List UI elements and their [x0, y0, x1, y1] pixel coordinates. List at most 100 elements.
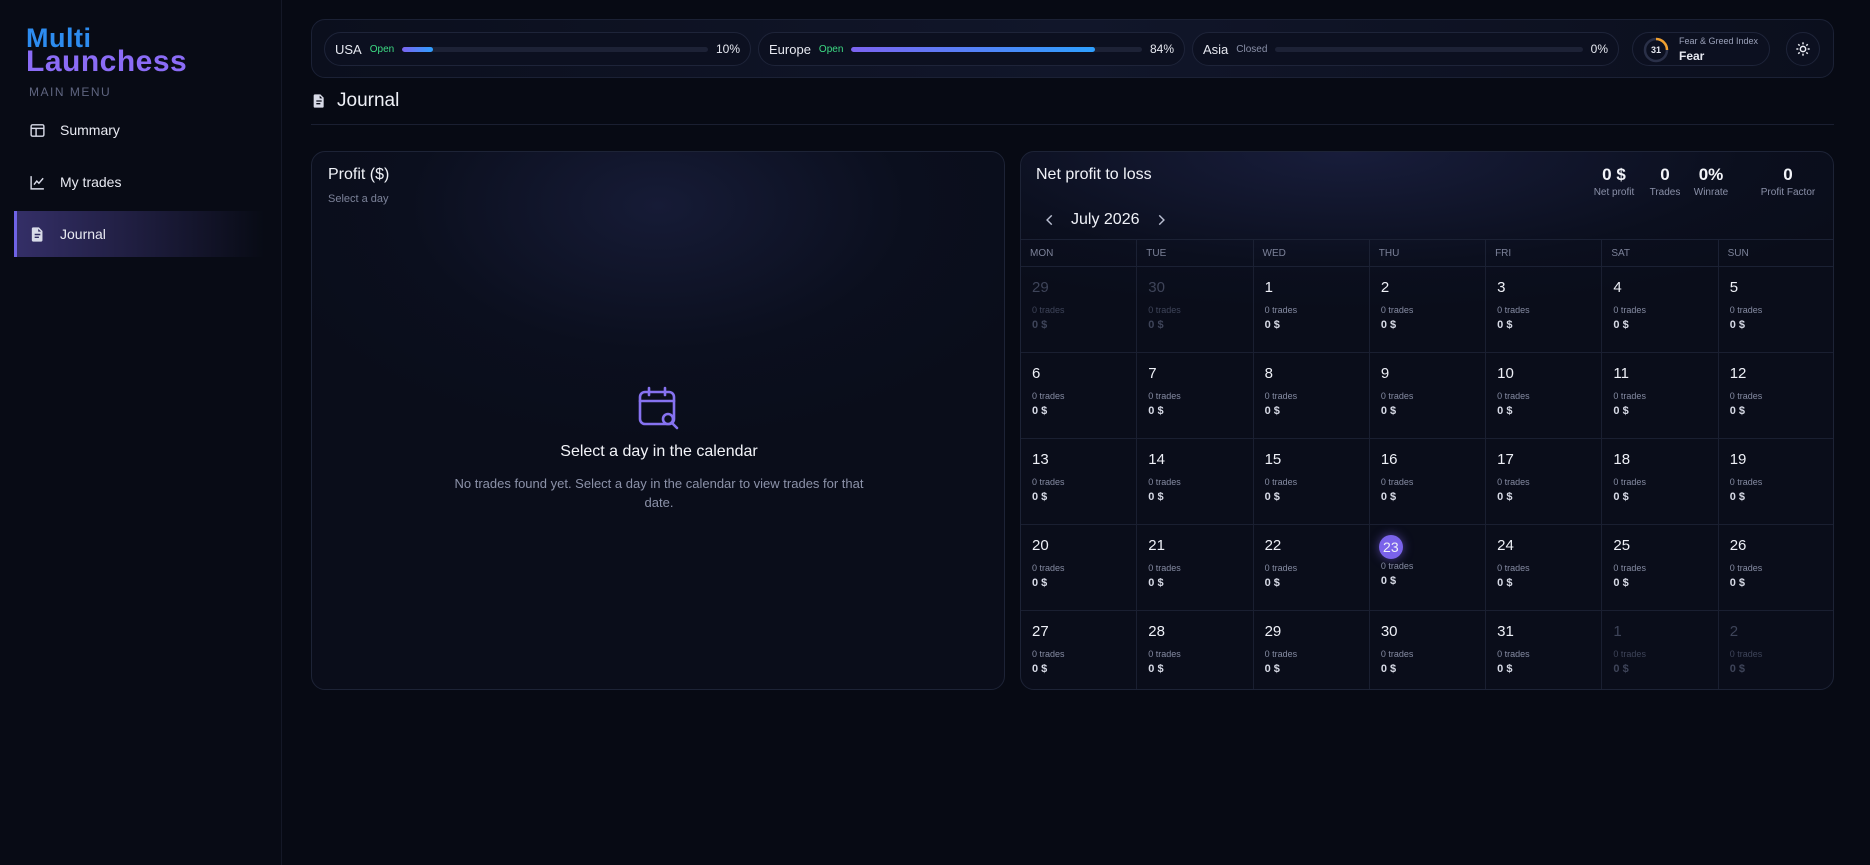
- market-name: USA: [335, 41, 362, 57]
- calendar-day-cell[interactable]: 29 0 trades 0 $: [1021, 267, 1138, 353]
- calendar-day-cell[interactable]: 4 0 trades 0 $: [1602, 267, 1719, 353]
- calendar-day-cell[interactable]: 8 0 trades 0 $: [1253, 353, 1370, 439]
- market-percent: 0%: [1590, 42, 1608, 56]
- empty-state-description: No trades found yet. Select a day in the…: [454, 476, 864, 510]
- sidebar-item-label: Summary: [60, 122, 120, 138]
- calendar-day-cell[interactable]: 23 0 trades 0 $: [1369, 525, 1487, 611]
- calendar-day-cell[interactable]: 14 0 trades 0 $: [1137, 439, 1254, 525]
- day-trade-count: 0 trades: [1264, 563, 1298, 573]
- day-profit: 0 $: [1264, 405, 1280, 417]
- calendar-day-cell[interactable]: 12 0 trades 0 $: [1718, 353, 1833, 439]
- day-profit: 0 $: [1729, 319, 1745, 331]
- day-number: 28: [1148, 623, 1165, 640]
- day-trade-count: 0 trades: [1613, 305, 1646, 315]
- day-trade-count: 0 trades: [1032, 649, 1065, 659]
- calendar-day-cell[interactable]: 6 0 trades 0 $: [1021, 353, 1138, 439]
- day-number: 18: [1613, 451, 1631, 468]
- calendar-day-cell[interactable]: 17 0 trades 0 $: [1486, 439, 1603, 525]
- stat-label: Winrate: [1693, 187, 1729, 198]
- day-trade-count: 0 trades: [1380, 477, 1414, 487]
- calendar-day-cell[interactable]: 25 0 trades 0 $: [1602, 525, 1719, 611]
- sidebar-item-summary[interactable]: Summary: [14, 107, 264, 153]
- calendar-day-cell[interactable]: 13 0 trades 0 $: [1021, 439, 1138, 525]
- day-trade-count: 0 trades: [1729, 305, 1763, 315]
- page-title-text: Journal: [337, 90, 400, 111]
- calendar-day-cell[interactable]: 5 0 trades 0 $: [1718, 267, 1833, 353]
- calendar-search-icon: [638, 386, 679, 430]
- day-profit: 0 $: [1148, 491, 1164, 503]
- weekday-header: MON TUE WED THU FRI SAT SUN: [1021, 239, 1833, 267]
- calendar-day-cell[interactable]: 15 0 trades 0 $: [1253, 439, 1370, 525]
- calendar-day-cell[interactable]: 2 0 trades 0 $: [1719, 611, 1833, 689]
- calendar-day-cell[interactable]: 16 0 trades 0 $: [1369, 439, 1487, 525]
- calendar-day-cell[interactable]: 31 0 trades 0 $: [1486, 611, 1603, 689]
- day-number: 20: [1032, 537, 1049, 554]
- day-trade-count: 0 trades: [1032, 305, 1065, 315]
- calendar-day-cell[interactable]: 27 0 trades 0 $: [1021, 611, 1138, 689]
- day-trade-count: 0 trades: [1497, 391, 1530, 401]
- day-number: 6: [1032, 365, 1041, 382]
- market-progress-bar: [851, 46, 1142, 52]
- day-profit: 0 $: [1497, 577, 1513, 589]
- day-profit: 0 $: [1264, 577, 1280, 589]
- current-month: July 2026: [1071, 211, 1140, 228]
- sidebar-item-my-trades[interactable]: My trades: [14, 159, 264, 205]
- calendar-panel: Net profit to loss 0 $ Net profit 0 Trad…: [1020, 151, 1834, 690]
- page-title: Journal: [311, 89, 399, 113]
- calendar-day-cell[interactable]: 10 0 trades 0 $: [1486, 353, 1603, 439]
- calendar-day-cell[interactable]: 18 0 trades 0 $: [1602, 439, 1719, 525]
- calendar-day-cell[interactable]: 21 0 trades 0 $: [1137, 525, 1254, 611]
- day-number: 2: [1380, 279, 1390, 296]
- calendar-day-cell[interactable]: 24 0 trades 0 $: [1486, 525, 1603, 611]
- day-trade-count: 0 trades: [1380, 305, 1414, 315]
- calendar-day-cell[interactable]: 19 0 trades 0 $: [1718, 439, 1833, 525]
- day-trade-count: 0 trades: [1729, 649, 1763, 659]
- sidebar-item-journal[interactable]: Journal: [14, 211, 264, 257]
- prev-month-button[interactable]: [1041, 211, 1059, 229]
- market-name: Europe: [769, 41, 811, 57]
- calendar-day-cell[interactable]: 29 0 trades 0 $: [1254, 611, 1370, 689]
- calendar-day-cell[interactable]: 7 0 trades 0 $: [1137, 353, 1254, 439]
- day-profit: 0 $: [1148, 405, 1164, 417]
- empty-state-title: Select a day in the calendar: [560, 443, 758, 460]
- calendar-day-cell[interactable]: 1 0 trades 0 $: [1253, 267, 1370, 353]
- calendar-day-cell[interactable]: 30 0 trades 0 $: [1137, 267, 1254, 353]
- calendar-day-cell[interactable]: 30 0 trades 0 $: [1370, 611, 1487, 689]
- logo-line2: Launchess: [26, 45, 188, 78]
- day-profit: 0 $: [1148, 319, 1164, 331]
- next-month-button[interactable]: [1152, 211, 1170, 229]
- fear-greed-index[interactable]: 31 Fear & Greed Index Fear: [1632, 32, 1770, 66]
- day-trade-count: 0 trades: [1264, 391, 1298, 401]
- chevron-right-icon: [1158, 214, 1165, 226]
- market-status: Open: [369, 43, 395, 55]
- calendar-day-cell[interactable]: 11 0 trades 0 $: [1602, 353, 1719, 439]
- day-number: 7: [1148, 365, 1157, 382]
- calendar-day-cell[interactable]: 2 0 trades 0 $: [1369, 267, 1487, 353]
- day-trade-count: 0 trades: [1613, 563, 1646, 573]
- document-icon: [313, 94, 324, 108]
- day-number: 12: [1729, 365, 1747, 382]
- day-trade-count: 0 trades: [1613, 649, 1646, 659]
- sidebar: Multi Launchess MAIN MENU Summary My tra…: [0, 0, 282, 865]
- calendar-day-cell[interactable]: 1 0 trades 0 $: [1602, 611, 1719, 689]
- stat-value: 0%: [1698, 165, 1724, 184]
- calendar-day-cell[interactable]: 22 0 trades 0 $: [1253, 525, 1370, 611]
- day-trade-count: 0 trades: [1148, 563, 1181, 573]
- day-profit: 0 $: [1264, 491, 1280, 503]
- day-profit: 0 $: [1380, 491, 1397, 503]
- calendar-day-cell[interactable]: 28 0 trades 0 $: [1137, 611, 1254, 689]
- calendar-day-cell[interactable]: 3 0 trades 0 $: [1486, 267, 1603, 353]
- calendar-day-cell[interactable]: 20 0 trades 0 $: [1021, 525, 1138, 611]
- calendar-day-cell[interactable]: 26 0 trades 0 $: [1718, 525, 1833, 611]
- theme-toggle-button[interactable]: [1786, 32, 1820, 66]
- day-number: 23: [1378, 535, 1403, 559]
- calendar-day-cell[interactable]: 9 0 trades 0 $: [1369, 353, 1487, 439]
- market-progress-bar: [1275, 46, 1583, 52]
- day-number: 15: [1264, 451, 1282, 468]
- market-name: Asia: [1203, 41, 1229, 57]
- day-number: 21: [1148, 537, 1165, 554]
- stat-value: 0 $: [1602, 165, 1626, 184]
- month-navigator: July 2026: [1041, 208, 1170, 232]
- logo[interactable]: Multi Launchess: [26, 24, 216, 78]
- day-profit: 0 $: [1380, 405, 1397, 417]
